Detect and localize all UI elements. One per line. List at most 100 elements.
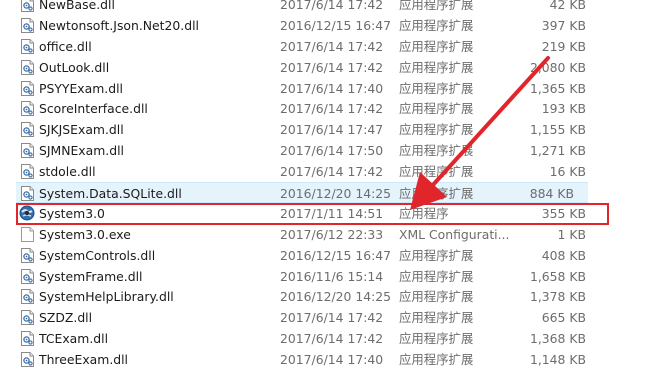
file-type: 应用程序扩展	[399, 289, 474, 305]
file-size: 42 KB	[549, 0, 586, 12]
file-type: 应用程序扩展	[399, 17, 474, 33]
dll-icon	[21, 17, 34, 33]
dll-icon	[21, 122, 34, 138]
file-type: 应用程序扩展	[399, 122, 474, 138]
dll-icon	[21, 247, 34, 263]
dll-icon	[21, 331, 34, 347]
file-name: SJMNExam.dll	[39, 143, 124, 159]
file-date: 2017/1/11 14:51	[280, 205, 384, 221]
file-size: 1,658 KB	[529, 268, 586, 284]
file-name: SystemFrame.dll	[39, 268, 143, 284]
file-list: NewBase.dll 2017/6/14 17:42 应用程序扩展 42 KB New…	[0, 0, 646, 370]
file-name: SZDZ.dll	[39, 310, 93, 326]
file-name: office.dll	[39, 38, 92, 54]
file-date: 2017/6/14 17:42	[280, 101, 384, 117]
file-size: 2,080 KB	[529, 59, 586, 75]
file-size: 884 KB	[529, 186, 574, 202]
file-name: SystemHelpLibrary.dll	[39, 289, 174, 305]
file-name: System3.0.exe	[39, 226, 131, 242]
dll-icon	[21, 289, 34, 305]
file-type: 应用程序扩展	[399, 331, 474, 347]
file-size: 1,148 KB	[529, 352, 586, 368]
file-name: System.Data.SQLite.dll	[39, 186, 182, 202]
file-date: 2017/6/14 17:42	[280, 59, 384, 75]
file-row[interactable]: ThreeExam.dll 2017/6/14 17:40 应用程序扩展 1,148 …	[0, 349, 646, 370]
file-size: 193 KB	[541, 101, 586, 117]
file-name: ThreeExam.dll	[39, 352, 129, 368]
file-date: 2017/6/12 22:33	[280, 226, 384, 242]
file-type: 应用程序扩展	[399, 59, 474, 75]
file-type: 应用程序扩展	[399, 268, 474, 284]
file-type: 应用程序扩展	[399, 310, 474, 326]
file-row[interactable]: SystemFrame.dll 2016/11/6 15:14 应用程序扩展 1,65…	[0, 266, 646, 287]
file-size: 1,378 KB	[529, 289, 586, 305]
file-row[interactable]: SJKJSExam.dll 2017/6/14 17:47 应用程序扩展 1,155 …	[0, 119, 646, 140]
dll-icon	[21, 143, 34, 159]
file-name: stdole.dll	[39, 164, 96, 180]
file-size: 355 KB	[541, 205, 586, 221]
file-date: 2017/6/14 17:40	[280, 352, 384, 368]
dll-icon	[21, 268, 34, 284]
file-row[interactable]: SystemHelpLibrary.dll 2016/12/20 14:25 应用程…	[0, 286, 646, 307]
dll-icon	[21, 164, 34, 180]
file-name: System3.0	[39, 205, 105, 221]
file-date: 2017/6/14 17:40	[280, 80, 384, 96]
file-name: SJKJSExam.dll	[39, 122, 124, 138]
file-date: 2017/6/14 17:42	[280, 331, 384, 347]
file-row[interactable]: NewBase.dll 2017/6/14 17:42 应用程序扩展 42 KB	[0, 0, 646, 15]
file-size: 1,368 KB	[529, 331, 586, 347]
file-type: 应用程序扩展	[399, 0, 474, 12]
dll-icon	[21, 80, 34, 96]
file-type: 应用程序扩展	[399, 38, 474, 54]
file-type: 应用程序扩展	[399, 164, 474, 180]
file-name: Newtonsoft.Json.Net20.dll	[39, 17, 199, 33]
file-date: 2017/6/14 17:42	[280, 0, 384, 12]
file-row[interactable]: ScoreInterface.dll 2017/6/14 17:42 应用程序扩展 1…	[0, 98, 646, 119]
file-type: 应用程序扩展	[399, 247, 474, 263]
file-date: 2016/12/15 16:47	[280, 247, 392, 263]
dll-icon	[21, 0, 34, 12]
file-date: 2016/11/6 15:14	[280, 268, 384, 284]
file-row[interactable]: System.Data.SQLite.dll 2016/12/20 14:25 应用…	[16, 182, 588, 203]
file-row[interactable]: SystemControls.dll 2016/12/15 16:47 应用程序扩展…	[0, 245, 646, 266]
file-explorer-list-view: NewBase.dll 2017/6/14 17:42 应用程序扩展 42 KB New…	[0, 0, 646, 382]
file-size: 16 KB	[549, 164, 586, 180]
file-type: XML Configurati...	[399, 226, 510, 242]
dll-icon	[21, 101, 34, 117]
file-type: 应用程序扩展	[399, 80, 474, 96]
file-row[interactable]: office.dll 2017/6/14 17:42 应用程序扩展 219 KB	[0, 36, 646, 57]
dll-icon	[21, 310, 34, 326]
file-row[interactable]: stdole.dll 2017/6/14 17:42 应用程序扩展 16 KB	[0, 161, 646, 182]
file-size: 665 KB	[541, 310, 586, 326]
file-row-highlighted[interactable]: System3.0 2017/1/11 14:51 应用程序 355 KB	[0, 203, 646, 224]
file-name: ScoreInterface.dll	[39, 101, 148, 117]
file-row[interactable]: SJMNExam.dll 2017/6/14 17:50 应用程序扩展 1,271 K…	[0, 140, 646, 161]
file-row[interactable]: System3.0.exe 2017/6/12 22:33 XML Configur…	[0, 224, 646, 245]
file-type: 应用程序扩展	[399, 143, 474, 159]
file-row[interactable]: TCExam.dll 2017/6/14 17:42 应用程序扩展 1,368 KB	[0, 328, 646, 349]
file-date: 2016/12/20 14:25	[280, 289, 392, 305]
file-date: 2016/12/15 16:47	[280, 17, 392, 33]
file-name: NewBase.dll	[39, 0, 115, 12]
file-date: 2017/6/14 17:42	[280, 164, 384, 180]
file-date: 2016/12/20 14:25	[280, 186, 392, 202]
file-name: TCExam.dll	[39, 331, 109, 347]
file-row[interactable]: OutLook.dll 2017/6/14 17:42 应用程序扩展 2,080 KB	[0, 57, 646, 78]
file-name: PSYYExam.dll	[39, 80, 123, 96]
file-name: SystemControls.dll	[39, 247, 156, 263]
dll-icon	[21, 59, 34, 75]
bottom-fade	[0, 370, 646, 382]
file-type: 应用程序扩展	[399, 101, 474, 117]
file-row[interactable]: Newtonsoft.Json.Net20.dll 2016/12/15 16:4…	[0, 15, 646, 36]
file-size: 1,365 KB	[529, 80, 586, 96]
file-size: 408 KB	[541, 247, 586, 263]
file-date: 2017/6/14 17:47	[280, 122, 384, 138]
file-size: 1 KB	[557, 226, 586, 242]
file-row[interactable]: SZDZ.dll 2017/6/14 17:42 应用程序扩展 665 KB	[0, 307, 646, 328]
file-size: 219 KB	[541, 38, 586, 54]
file-date: 2017/6/14 17:42	[280, 310, 384, 326]
file-type: 应用程序扩展	[399, 352, 474, 368]
file-name: OutLook.dll	[39, 59, 110, 75]
file-type: 应用程序扩展	[399, 186, 474, 202]
file-row[interactable]: PSYYExam.dll 2017/6/14 17:40 应用程序扩展 1,365 K…	[0, 78, 646, 99]
